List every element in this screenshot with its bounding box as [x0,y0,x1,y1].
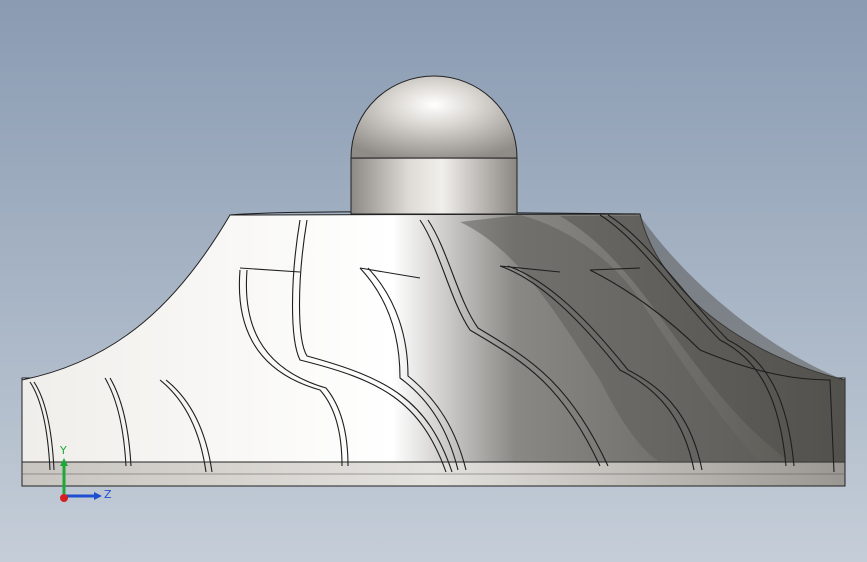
y-axis-label: Y [59,444,67,457]
x-axis-dot [60,494,68,502]
y-axis-arrow [60,458,68,466]
graphics-viewport[interactable]: Y Z [0,0,867,562]
neck-cylinder [350,157,518,215]
z-axis-arrow [94,492,102,500]
impeller-model[interactable] [0,0,867,562]
z-axis-label: Z [104,488,112,501]
nose-dome [350,75,518,159]
coordinate-triad[interactable]: Y Z [40,436,120,516]
